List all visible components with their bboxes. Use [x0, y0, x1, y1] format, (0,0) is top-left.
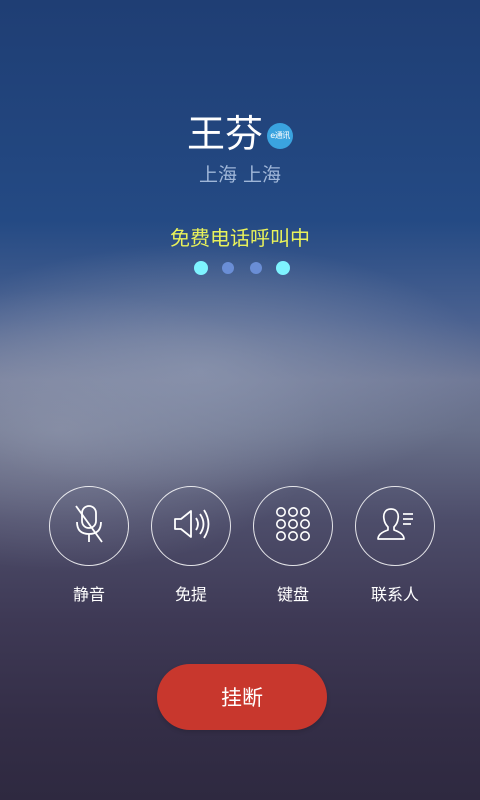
caller-name: 王芬 — [186, 111, 263, 156]
mute-button[interactable]: 静音 — [39, 486, 139, 605]
keypad-icon — [273, 504, 313, 548]
calling-progress-dots — [194, 261, 294, 277]
mute-circle[interactable] — [49, 486, 129, 566]
caller-header: 王芬 e通讯 — [0, 108, 480, 157]
keypad-button[interactable]: 键盘 — [243, 486, 343, 605]
call-screen: 王芬 e通讯 上海 上海 免费电话呼叫中 静音 免提 键盘 联系人 挂断 — [0, 0, 480, 800]
mic-muted-icon — [69, 502, 109, 550]
progress-dot — [250, 262, 262, 274]
speaker-label: 免提 — [174, 585, 207, 604]
contacts-circle[interactable] — [355, 486, 435, 566]
speaker-circle[interactable] — [151, 486, 231, 566]
keypad-label: 键盘 — [276, 585, 309, 604]
call-status: 免费电话呼叫中 — [170, 226, 310, 250]
progress-dot — [276, 261, 290, 275]
speaker-icon — [169, 504, 213, 548]
keypad-circle[interactable] — [253, 486, 333, 566]
caller-location: 上海 上海 — [198, 164, 282, 186]
contacts-icon — [373, 504, 417, 548]
hangup-button[interactable]: 挂断 — [157, 664, 327, 730]
speaker-button[interactable]: 免提 — [141, 486, 241, 605]
mute-label: 静音 — [72, 585, 105, 604]
progress-dot — [222, 262, 234, 274]
progress-dot — [194, 261, 208, 275]
call-actions: 静音 免提 键盘 联系人 — [0, 486, 480, 616]
contacts-button[interactable]: 联系人 — [345, 486, 445, 605]
contacts-label: 联系人 — [370, 585, 419, 604]
etongxun-badge: e通讯 — [267, 122, 293, 149]
hangup-label: 挂断 — [221, 686, 263, 710]
